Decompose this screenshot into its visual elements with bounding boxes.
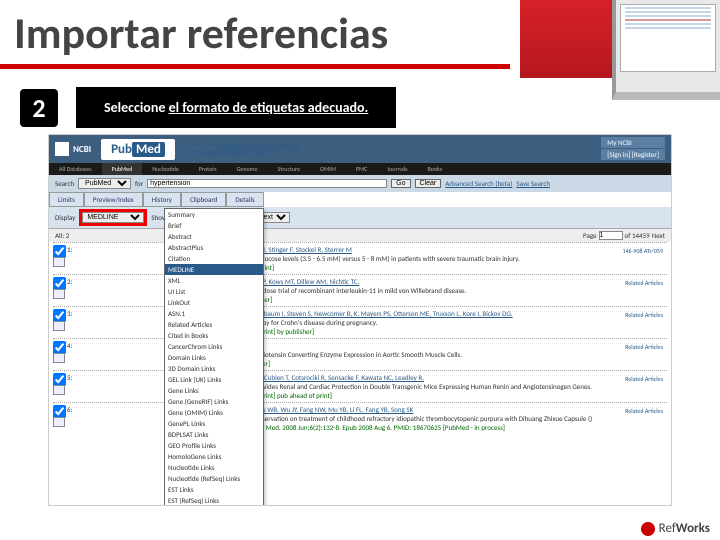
search-input[interactable] [147, 179, 387, 188]
advanced-search-link[interactable]: Advanced Search (beta) [445, 179, 512, 188]
db-select[interactable]: PubMed [78, 178, 131, 189]
format-dropdown[interactable]: SummaryBriefAbstractAbstractPlusCitation… [164, 208, 264, 506]
laptop-graphic [612, 0, 720, 100]
go-button[interactable]: Go [391, 179, 410, 188]
my-ncbi-links[interactable]: My NCBI[Sign in] [Register] [601, 137, 671, 161]
service-text: A service of the U.S. National Library o… [181, 142, 300, 156]
sub-tabs[interactable]: LimitsPreview/IndexHistoryClipboardDetai… [49, 192, 671, 207]
display-controls: Display MEDLINE Show 20 Sort By Text Sum… [49, 207, 671, 229]
refworks-icon [641, 522, 655, 536]
pubmed-logo: PubMed [101, 139, 175, 160]
database-tabs[interactable]: All DatabasesPubMedNucleotideProteinGeno… [49, 163, 671, 175]
results-list: 1:146-908 ATr/059d, J, Axel M, Stinger F… [49, 242, 671, 434]
step-number: 2 [20, 89, 58, 127]
ncbi-logo: NCBI [49, 138, 97, 160]
pubmed-screenshot: NCBI PubMed A service of the U.S. Nation… [48, 134, 672, 506]
next-link[interactable]: Next [652, 231, 665, 240]
results-header: All: 2 Page of 14459Next [49, 229, 671, 242]
clear-button[interactable]: Clear [415, 179, 442, 188]
step-label: Seleccione el formato de etiquetas adecu… [76, 87, 396, 128]
slide-title: Importar referencias [0, 0, 510, 69]
refworks-logo: RefWorks [641, 521, 710, 536]
save-search-link[interactable]: Save Search [516, 179, 550, 188]
search-row: Search PubMed for Go Clear Advanced Sear… [49, 175, 671, 192]
page-input[interactable] [599, 231, 623, 240]
format-select[interactable]: MEDLINE [82, 212, 144, 223]
